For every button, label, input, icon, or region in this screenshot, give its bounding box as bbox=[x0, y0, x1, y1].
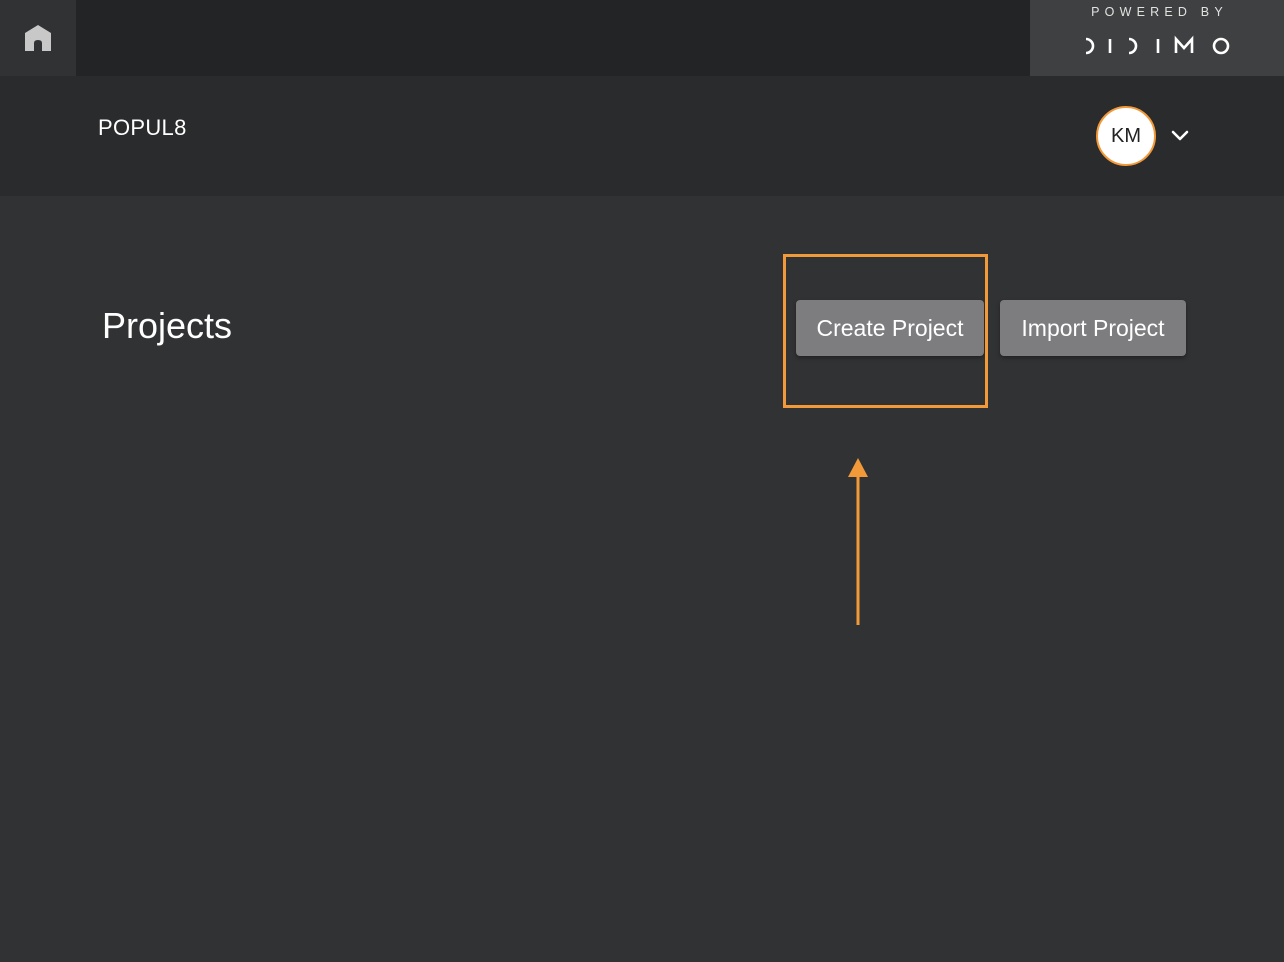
import-project-button[interactable]: Import Project bbox=[1000, 300, 1186, 356]
app-root: POWERED BY POPUL8 KM Projects Create Pro… bbox=[0, 0, 1284, 962]
didimo-logo bbox=[1030, 30, 1284, 62]
app-title: POPUL8 bbox=[98, 115, 187, 140]
arrow-up-icon bbox=[846, 456, 870, 628]
powered-by-label: POWERED BY bbox=[1091, 5, 1228, 19]
user-avatar[interactable]: KM bbox=[1096, 106, 1156, 166]
highlight-box bbox=[783, 254, 988, 408]
user-menu-toggle[interactable] bbox=[1170, 126, 1190, 146]
app-header bbox=[0, 76, 1284, 196]
powered-by-badge[interactable]: POWERED BY bbox=[1030, 0, 1284, 76]
page-title: Projects bbox=[102, 305, 233, 346]
top-bar: POWERED BY bbox=[0, 0, 1284, 76]
chevron-down-icon bbox=[1171, 130, 1189, 142]
home-icon bbox=[23, 23, 53, 53]
home-button[interactable] bbox=[0, 0, 76, 76]
